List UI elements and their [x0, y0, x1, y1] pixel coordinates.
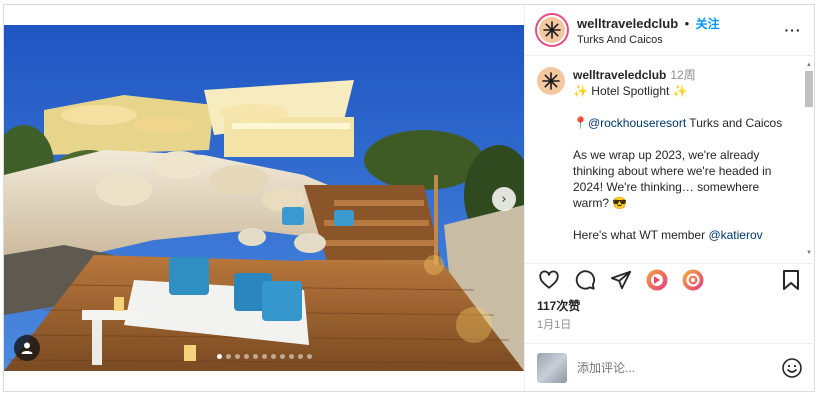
post-location[interactable]: Turks And Caicos: [577, 34, 781, 46]
carousel-indicator: [4, 354, 524, 359]
emoji-button[interactable]: [781, 357, 803, 379]
comment-input[interactable]: 添加评论...: [577, 359, 781, 376]
author-avatar[interactable]: [535, 13, 569, 47]
share-icon: [610, 270, 632, 289]
caption-paragraph-2-text: Here's what WT member: [573, 228, 709, 242]
more-options-button[interactable]: ···: [781, 22, 805, 38]
carousel-dot: [279, 354, 285, 359]
caption-paragraph-2: Here's what WT member @katierov: [573, 227, 795, 243]
threads-button[interactable]: [681, 268, 705, 292]
caption-line-1: ✨ Hotel Spotlight ✨: [573, 84, 688, 98]
post-side-panel: welltraveledclub • 关注 Turks And Caicos ·…: [524, 5, 815, 391]
caption-username[interactable]: welltraveledclub: [573, 68, 666, 82]
carousel-dot: [252, 354, 258, 359]
carousel-dot: [261, 354, 267, 359]
share-button[interactable]: [609, 268, 633, 292]
carousel-dot: [225, 354, 231, 359]
post-dialog: › welltraveledclub • 关注 Turks And Caicos…: [3, 4, 815, 392]
comment-bar: 添加评论...: [525, 343, 815, 391]
scroll-down-arrow-icon[interactable]: ▼: [805, 249, 813, 257]
chevron-right-icon: ›: [501, 191, 507, 207]
carousel-next-button[interactable]: ›: [492, 187, 516, 211]
reels-remix-icon: [646, 269, 668, 290]
carousel-dot: [297, 354, 303, 359]
likes-count[interactable]: 117次赞: [537, 297, 580, 314]
caption-time: 12周: [670, 68, 696, 82]
resort-photo: [4, 25, 524, 371]
action-bar: [525, 263, 815, 295]
bookmark-icon: [783, 269, 799, 290]
post-header: welltraveledclub • 关注 Turks And Caicos ·…: [525, 5, 815, 56]
caption-text: welltraveledclub 12周 ✨ Hotel Spotlight ✨ …: [573, 67, 795, 243]
caption-paragraph-1: As we wrap up 2023, we're already thinki…: [573, 148, 772, 210]
comment-icon: [575, 269, 596, 290]
sun-logo-icon: [542, 72, 560, 90]
comment-button[interactable]: [573, 268, 597, 292]
carousel-dot: [216, 354, 222, 359]
separator-dot: •: [684, 15, 690, 31]
viewer-avatar: [537, 352, 567, 383]
scrollbar-thumb[interactable]: [805, 71, 813, 107]
scroll-up-arrow-icon[interactable]: ▲: [805, 61, 813, 69]
bookmark-button[interactable]: [779, 268, 803, 292]
caption-scrollbar[interactable]: ▲ ▼: [805, 61, 813, 257]
caption-line-2: 📍@rockhouseresort Turks and Caicos: [573, 115, 795, 131]
sun-logo-icon: [543, 21, 561, 39]
like-button[interactable]: [537, 268, 561, 292]
mention-link-2[interactable]: @katierov: [708, 228, 762, 242]
carousel-dot: [243, 354, 249, 359]
caption-location-text: Turks and Caicos: [686, 116, 783, 130]
threads-icon: [682, 269, 704, 290]
caption-area: welltraveledclub 12周 ✨ Hotel Spotlight ✨ …: [525, 57, 805, 257]
post-image[interactable]: ›: [4, 25, 524, 371]
post-date: 1月1日: [537, 319, 572, 331]
pin-icon: 📍: [573, 116, 588, 130]
heart-icon: [539, 270, 559, 289]
emoji-icon: [782, 357, 802, 378]
user-tag-icon: [21, 342, 33, 354]
carousel-dot: [234, 354, 240, 359]
author-username[interactable]: welltraveledclub: [577, 16, 678, 31]
carousel-dot: [270, 354, 276, 359]
more-icon: ···: [784, 22, 802, 38]
mention-link[interactable]: @rockhouseresort: [588, 116, 686, 130]
carousel-dot: [306, 354, 312, 359]
caption-avatar[interactable]: [537, 67, 565, 95]
reels-remix-button[interactable]: [645, 268, 669, 292]
follow-button[interactable]: 关注: [696, 17, 720, 31]
carousel-dot: [288, 354, 294, 359]
